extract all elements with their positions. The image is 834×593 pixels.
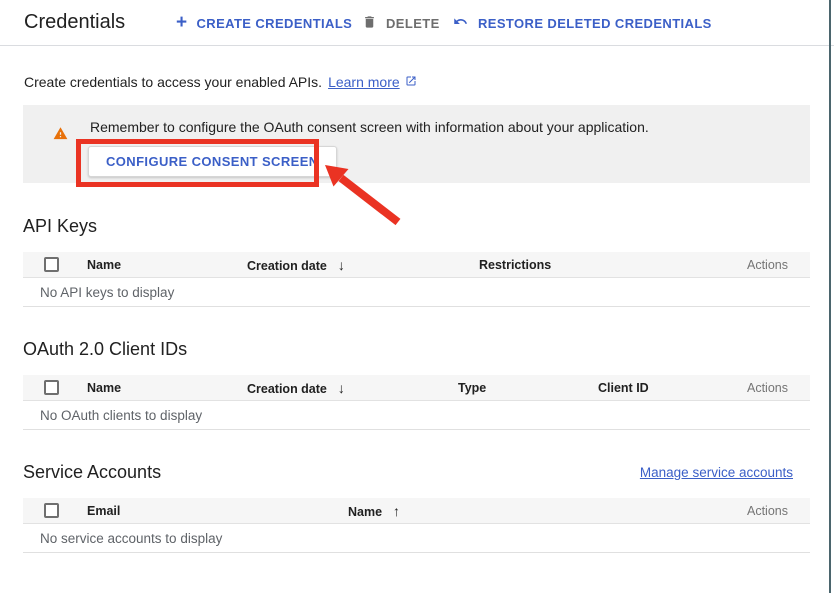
create-credentials-button[interactable]: + CREATE CREDENTIALS xyxy=(176,0,352,46)
oauth-clients-col-creation-date[interactable]: Creation date↓ xyxy=(247,375,345,401)
service-accounts-empty-state: No service accounts to display xyxy=(23,524,810,553)
sort-desc-icon: ↓ xyxy=(338,257,345,273)
configure-consent-screen-button[interactable]: CONFIGURE CONSENT SCREEN xyxy=(88,146,337,177)
restore-deleted-credentials-button[interactable]: RESTORE DELETED CREDENTIALS xyxy=(452,0,712,46)
warning-icon xyxy=(52,126,69,146)
api-keys-col-actions: Actions xyxy=(747,252,788,278)
oauth-clients-empty-state: No OAuth clients to display xyxy=(23,401,810,430)
sort-desc-icon: ↓ xyxy=(338,380,345,396)
api-keys-select-all-checkbox[interactable] xyxy=(44,257,59,272)
window-edge xyxy=(829,0,831,593)
oauth-clients-col-name[interactable]: Name xyxy=(87,375,121,401)
oauth-clients-select-all-checkbox[interactable] xyxy=(44,380,59,395)
service-accounts-table-header: Email Name↑ Actions xyxy=(23,498,810,524)
oauth-clients-col-actions: Actions xyxy=(747,375,788,401)
oauth-clients-col-type[interactable]: Type xyxy=(458,375,486,401)
service-accounts-col-actions: Actions xyxy=(747,498,788,524)
api-keys-col-restrictions[interactable]: Restrictions xyxy=(479,252,551,278)
plus-icon: + xyxy=(176,13,188,32)
oauth-clients-table-header: Name Creation date↓ Type Client ID Actio… xyxy=(23,375,810,401)
trash-icon xyxy=(362,14,377,33)
oauth-consent-warning-banner: Remember to configure the OAuth consent … xyxy=(23,105,810,183)
delete-button[interactable]: DELETE xyxy=(362,0,440,46)
api-keys-table-header: Name Creation date↓ Restrictions Actions xyxy=(23,252,810,278)
page-title: Credentials xyxy=(24,11,125,34)
create-credentials-label: CREATE CREDENTIALS xyxy=(197,16,353,31)
api-keys-col-name[interactable]: Name xyxy=(87,252,121,278)
oauth-clients-title: OAuth 2.0 Client IDs xyxy=(23,339,187,360)
service-accounts-col-name[interactable]: Name↑ xyxy=(348,498,400,524)
service-accounts-title: Service Accounts xyxy=(23,462,161,483)
learn-more-link[interactable]: Learn more xyxy=(328,74,417,90)
manage-service-accounts-link[interactable]: Manage service accounts xyxy=(640,465,793,480)
action-bar: Credentials + CREATE CREDENTIALS DELETE … xyxy=(0,0,834,46)
api-keys-title: API Keys xyxy=(23,216,97,237)
intro-text: Create credentials to access your enable… xyxy=(24,74,417,90)
service-accounts-table: Email Name↑ Actions No service accounts … xyxy=(23,498,810,553)
undo-icon xyxy=(452,14,469,32)
intro-sentence: Create credentials to access your enable… xyxy=(24,74,322,90)
delete-label: DELETE xyxy=(386,16,440,31)
service-accounts-select-all-checkbox[interactable] xyxy=(44,503,59,518)
learn-more-label: Learn more xyxy=(328,74,400,90)
restore-label: RESTORE DELETED CREDENTIALS xyxy=(478,16,712,31)
external-link-icon xyxy=(405,74,417,90)
oauth-clients-col-client-id[interactable]: Client ID xyxy=(598,375,649,401)
oauth-clients-table: Name Creation date↓ Type Client ID Actio… xyxy=(23,375,810,430)
service-accounts-col-email[interactable]: Email xyxy=(87,498,120,524)
api-keys-table: Name Creation date↓ Restrictions Actions… xyxy=(23,252,810,307)
api-keys-empty-state: No API keys to display xyxy=(23,278,810,307)
credentials-page: Credentials + CREATE CREDENTIALS DELETE … xyxy=(0,0,834,593)
sort-asc-icon: ↑ xyxy=(393,503,400,519)
api-keys-col-creation-date[interactable]: Creation date↓ xyxy=(247,252,345,278)
banner-message: Remember to configure the OAuth consent … xyxy=(90,119,649,135)
